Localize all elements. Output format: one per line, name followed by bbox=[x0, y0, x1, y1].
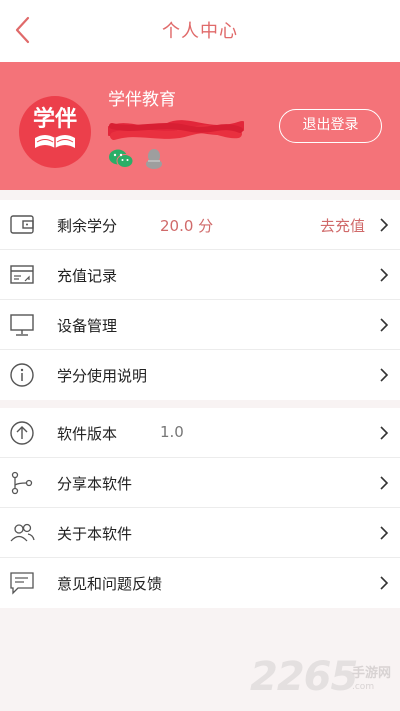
chevron-right-icon bbox=[380, 368, 389, 382]
monitor-icon bbox=[10, 314, 34, 336]
chevron-right-icon bbox=[380, 576, 389, 590]
menu-item-feedback[interactable]: 意见和问题反馈 bbox=[0, 558, 400, 608]
watermark-url: .com bbox=[352, 682, 375, 692]
menu-item-label: 剩余学分 bbox=[57, 217, 118, 235]
logout-button[interactable]: 退出登录 bbox=[279, 109, 382, 143]
redacted-username-scribble bbox=[108, 120, 244, 140]
info-icon bbox=[10, 363, 34, 387]
menu-item-credits[interactable]: 剩余学分 20.0 分 去充值 bbox=[0, 200, 400, 250]
avatar[interactable]: 学伴 bbox=[19, 96, 91, 168]
org-name: 学伴教育 bbox=[108, 90, 176, 110]
qq-icon[interactable] bbox=[144, 147, 164, 171]
menu-item-label: 意见和问题反馈 bbox=[57, 575, 163, 593]
top-bar: 个人中心 bbox=[0, 0, 400, 62]
watermark-text: 手游网 bbox=[352, 666, 392, 681]
menu-item-device-management[interactable]: 设备管理 bbox=[0, 300, 400, 350]
menu-item-credit-instructions[interactable]: 学分使用说明 bbox=[0, 350, 400, 400]
wechat-icon[interactable] bbox=[108, 147, 134, 171]
chevron-right-icon bbox=[380, 476, 389, 490]
menu-item-label: 关于本软件 bbox=[57, 525, 133, 543]
chevron-right-icon bbox=[380, 218, 389, 232]
menu-item-version[interactable]: 软件版本 1.0 bbox=[0, 408, 400, 458]
menu-item-recharge-history[interactable]: 充值记录 bbox=[0, 250, 400, 300]
recharge-link[interactable]: 去充值 bbox=[320, 215, 365, 236]
share-icon bbox=[11, 471, 33, 495]
menu-item-share[interactable]: 分享本软件 bbox=[0, 458, 400, 508]
message-icon bbox=[10, 572, 34, 595]
menu-item-label: 软件版本 bbox=[57, 425, 118, 443]
svg-text:学伴: 学伴 bbox=[33, 106, 77, 132]
avatar-logo-icon: 学伴 bbox=[33, 106, 77, 148]
chevron-right-icon bbox=[380, 318, 389, 332]
menu-item-label: 分享本软件 bbox=[57, 475, 133, 493]
watermark-number: 2265 bbox=[250, 654, 358, 700]
menu-item-label: 充值记录 bbox=[57, 267, 118, 285]
account-menu: 剩余学分 20.0 分 去充值 充值记录 设备管理 学分使用说明 bbox=[0, 200, 400, 400]
users-icon bbox=[10, 523, 35, 542]
receipt-icon bbox=[10, 265, 34, 284]
chevron-right-icon bbox=[380, 268, 389, 282]
credits-value: 20.0 分 bbox=[160, 217, 214, 235]
wallet-icon bbox=[10, 215, 34, 234]
chevron-right-icon bbox=[380, 426, 389, 440]
menu-item-about[interactable]: 关于本软件 bbox=[0, 508, 400, 558]
chevron-right-icon bbox=[380, 526, 389, 540]
about-menu: 软件版本 1.0 分享本软件 关于本软件 意见和问题反馈 bbox=[0, 408, 400, 608]
menu-item-label: 学分使用说明 bbox=[57, 367, 148, 385]
site-watermark: 2265 手游网 .com bbox=[250, 654, 400, 700]
version-value: 1.0 bbox=[160, 423, 184, 441]
upload-arrow-icon bbox=[10, 421, 34, 445]
page-title: 个人中心 bbox=[162, 21, 238, 42]
menu-item-label: 设备管理 bbox=[57, 317, 118, 335]
